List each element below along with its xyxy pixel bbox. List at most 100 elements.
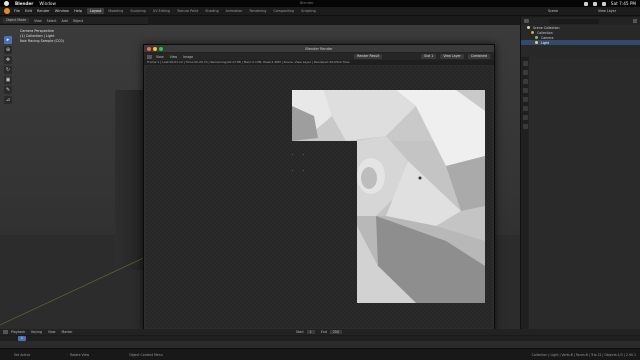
render-tab-icon[interactable] [522,70,528,75]
workspace-tab-shading[interactable]: Shading [202,8,221,14]
slot-dropdown[interactable]: Slot 1 [421,54,437,59]
outliner-header [521,17,640,25]
menu-file[interactable]: File [14,9,20,13]
viewport-menu-view[interactable]: View [34,19,42,23]
scene-tab-icon[interactable] [522,97,528,102]
render-tiles [292,90,485,303]
outliner-item-selected[interactable]: Light [521,40,640,45]
rendered-tile-region [292,90,485,303]
outliner-item-label: Camera [541,35,554,40]
image-menu-image[interactable]: Image [183,55,193,59]
output-tab-icon[interactable] [522,79,528,84]
display-mode-icon[interactable] [524,19,529,23]
layer-dropdown[interactable]: View Layer [440,54,464,59]
status-icons: Sat 7:45 PM [579,0,636,7]
workspace-tab-modeling[interactable]: Modeling [105,8,126,14]
timeline-menu-view[interactable]: View [48,330,56,334]
modifier-tab-icon[interactable] [522,124,528,129]
menu-render[interactable]: Render [37,9,50,13]
object-tab-icon[interactable] [522,115,528,120]
tool-shelf: ▸ ⊕ ✥ ↻ ▣ ✎ ⊿ [4,36,13,108]
workspace-tab-uv-editing[interactable]: UV Editing [150,8,173,14]
tool-tab-icon[interactable] [522,61,528,66]
playhead[interactable]: 1 [18,336,26,341]
outliner-search-input[interactable] [549,18,599,24]
status-bar: Set Active Rotate View Object Context Me… [0,348,640,360]
render-result-field[interactable]: Render Result [354,54,383,59]
editor-type-icon[interactable] [147,54,152,59]
viewport-info: Camera Perspective (1) Collection | Ligh… [20,29,64,43]
clock[interactable]: Sat 7:45 PM [611,1,636,6]
viewport-menu-add[interactable]: Add [62,19,68,23]
outliner: Scene Collection Collection Camera Light [520,17,640,57]
mode-dropdown[interactable]: Object Mode [3,18,30,23]
menu-window[interactable]: Window [55,9,69,13]
end-label: End [320,330,327,334]
macos-menu-bar: Blender Window Blender Sat 7:45 PM [0,0,640,7]
scene-selector[interactable]: Scene [548,9,558,13]
properties-tabs [521,57,529,345]
timeline-menu-keying[interactable]: Keying [31,330,42,334]
hint-rotate: Rotate View [70,352,90,357]
image-menu-view-2[interactable]: View [170,55,178,59]
image-menu-view[interactable]: View [156,55,164,59]
menu-edit[interactable]: Edit [25,9,32,13]
render-window-titlebar[interactable]: Blender Render [144,45,494,53]
measure-tool-icon[interactable]: ⊿ [4,96,12,104]
blender-logo-icon[interactable] [4,8,10,14]
hint-context-menu: Object Context Menu [129,352,163,357]
start-frame-field[interactable]: 1 [306,330,315,334]
workspace-tab-rendering[interactable]: Rendering [246,8,269,14]
frame-range: Start 1 End 250 [296,330,342,334]
window-menu[interactable]: Window [39,1,56,6]
outliner-item-label: Scene Collection [533,25,560,30]
workspace-tab-scripting[interactable]: Scripting [298,8,319,14]
timeline-menu-playback[interactable]: Playback [11,330,25,334]
render-window-title: Blender Render [305,46,333,51]
workspace-tab-animation[interactable]: Animation [223,8,246,14]
outliner-item-label: Collection [537,30,553,35]
tile-markers [292,154,304,171]
annotate-tool-icon[interactable]: ✎ [4,86,12,94]
render-canvas[interactable] [146,66,492,328]
viewport-menu-object[interactable]: Object [73,19,83,23]
battery-icon[interactable] [592,1,597,6]
camera-icon [535,36,538,39]
search-icon[interactable] [601,1,606,6]
view-layer-tab-icon[interactable] [522,88,528,93]
hint-select: Set Active [14,352,31,357]
cursor-tool-icon[interactable]: ⊕ [4,46,12,54]
render-status-line: Frame:1 | Last:00:01.12 | Time:00:29.70 … [144,60,494,65]
select-box-tool-icon[interactable]: ▸ [4,36,12,44]
viewport-menu-select[interactable]: Select [47,19,57,23]
workspace-tab-sculpting[interactable]: Sculpting [127,8,148,14]
rotate-tool-icon[interactable]: ↻ [4,66,12,74]
light-icon [535,41,538,44]
timeline-ruler[interactable] [0,336,640,341]
blender-topbar: File Edit Render Window Help Layout Mode… [0,7,640,16]
scale-tool-icon[interactable]: ▣ [4,76,12,84]
timeline[interactable]: 1 [0,335,640,348]
collection-icon [527,26,530,29]
y-axis-line [0,254,151,326]
filter-icon[interactable] [633,19,637,23]
workspace-tab-layout[interactable]: Layout [87,8,105,14]
menu-help[interactable]: Help [74,9,82,13]
wifi-icon[interactable] [583,1,588,6]
pass-dropdown[interactable]: Combined [467,54,490,59]
app-menu[interactable]: Blender [15,1,33,6]
scene-statistics: Collection | Light | Verts:8 | Faces:6 |… [531,352,636,357]
current-frame: 1 [21,336,23,340]
world-tab-icon[interactable] [522,106,528,111]
timeline-editor-icon[interactable] [3,330,8,334]
view-layer-selector[interactable]: View Layer [598,9,616,13]
workspace-tab-compositing[interactable]: Compositing [270,8,297,14]
outliner-item-label: Light [541,40,549,45]
move-tool-icon[interactable]: ✥ [4,56,12,64]
timeline-menu-marker[interactable]: Marker [62,330,73,334]
end-frame-field[interactable]: 250 [329,330,342,334]
render-window: Blender Render View View Image Render Re… [143,44,495,331]
workspace-tab-texture-paint[interactable]: Texture Paint [174,8,201,14]
apple-icon[interactable] [4,1,9,6]
viewport-info-line: Noir Racing Sample (CC0) [20,38,64,43]
